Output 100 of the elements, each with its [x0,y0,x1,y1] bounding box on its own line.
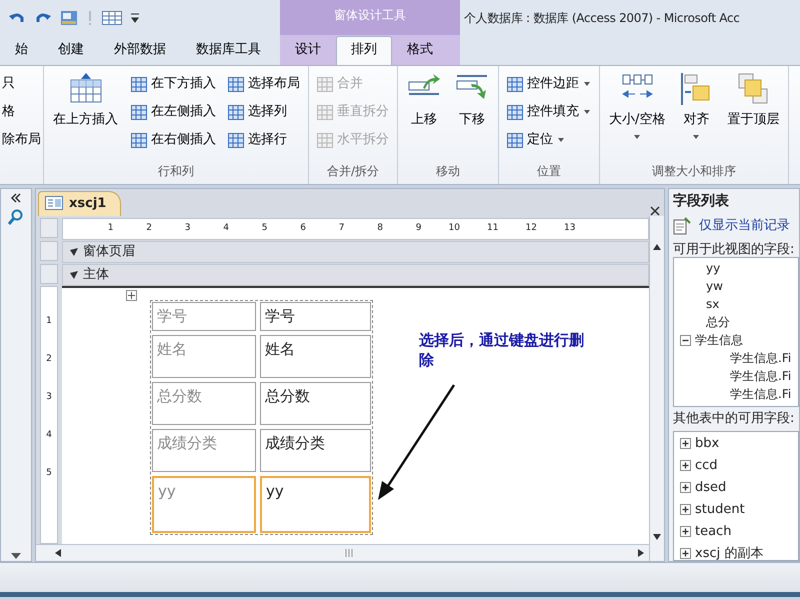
field-item[interactable]: 学生信息 [695,331,743,349]
annotation-text: 选择后，通过键盘进行删除 [419,330,584,370]
expand-box-icon[interactable] [680,504,691,515]
ribbon-button[interactable]: 选择行 [226,128,302,152]
ribbon-tab[interactable]: 外部数据 [99,36,181,65]
field-item[interactable]: 学生信息.Fi [730,385,792,403]
scroll-right-icon[interactable] [637,548,645,558]
section-label: 可用于此视图的字段: [673,240,796,258]
expand-box-icon[interactable] [680,526,691,537]
form-view-icon[interactable] [60,10,78,26]
ribbon-button[interactable]: 在右侧插入 [129,128,218,152]
ribbon-button[interactable]: 大小/空格 [606,70,668,162]
field-item[interactable]: 总分 [706,313,730,331]
ribbon-button[interactable]: 对齐 [676,70,716,162]
ribbon-button[interactable]: 定位 [505,128,593,152]
label-control[interactable]: 姓名 [152,334,256,378]
grid-icon [317,104,333,120]
text-box-control[interactable]: 姓名 [260,334,371,378]
field-item[interactable]: dsed [695,478,726,498]
ribbon-button[interactable]: 只 [0,72,43,96]
vertical-scrollbar[interactable] [649,216,664,561]
expand-box-icon[interactable] [680,548,691,559]
expand-box-icon[interactable] [680,482,691,493]
document-icon [673,216,691,235]
contextual-tab-group-label: 窗体设计工具 [280,0,460,35]
grid-icon [507,104,523,120]
label-control[interactable]: 成绩分类 [152,428,256,472]
field-item[interactable]: sx [706,295,720,313]
field-item[interactable]: teach [695,522,732,542]
section-header-bar[interactable]: 窗体页眉 [62,241,649,263]
text-box-control[interactable]: 学号 [260,302,371,330]
move-handle-icon[interactable] [126,290,137,301]
search-icon[interactable] [8,209,24,225]
form-icon [45,196,63,210]
ribbon-button[interactable]: 置于顶层 [724,70,782,162]
horizontal-ruler: 1 2 3 4 5 6 7 8 9 10 11 12 13 [62,218,649,240]
field-item[interactable]: ccd [695,456,718,476]
ribbon-button[interactable]: 上移 [404,70,444,162]
ribbon-button[interactable]: 格 [0,100,43,124]
ribbon-button[interactable]: 除布局 [0,128,43,152]
expand-box-icon[interactable] [680,460,691,471]
ribbon-button[interactable]: 选择布局 [226,72,302,96]
ribbon-button[interactable]: 下移 [452,70,492,162]
expand-box-icon[interactable] [680,438,691,449]
ribbon-tab[interactable]: 格式 [392,36,448,65]
scroll-up-icon[interactable] [652,243,662,251]
collapse-icon[interactable] [10,193,22,203]
group-label: 移动 [436,164,460,178]
scroll-left-icon[interactable] [54,548,62,558]
document-tab[interactable]: xscj1 [38,190,122,216]
window-title: 个人数据库 : 数据库 (Access 2007) - Microsoft Acc [463,10,741,27]
group-label: 调整大小和排序 [652,164,736,178]
ribbon-button[interactable]: 控件填充 [505,100,593,124]
scroll-down-icon[interactable] [652,533,662,541]
collapse-arrow-icon [69,247,79,257]
grid-icon [507,76,523,92]
ribbon-tab[interactable]: 始 [0,36,43,65]
horizontal-scrollbar[interactable] [36,544,649,561]
field-item[interactable]: bbx [695,434,720,454]
collapse-box-icon[interactable] [680,334,691,346]
grid-icon [317,76,333,92]
ribbon-tab[interactable]: 设计 [280,36,336,65]
section-label: 其他表中的可用字段: [673,410,796,428]
customize-caret-icon[interactable] [130,10,140,24]
grid-icon [131,76,147,92]
field-item[interactable]: yy [706,259,720,277]
grid-icon [131,132,147,148]
scroll-grip-icon [344,549,354,557]
field-item[interactable]: xscj 的副本 [695,544,764,560]
ribbon-tab[interactable]: 数据库工具 [181,36,276,65]
field-item[interactable]: yw [706,277,723,295]
table-icon[interactable] [102,10,122,24]
text-box-control[interactable]: yy [260,476,371,532]
field-item[interactable]: 学生信息.Fi [730,367,792,385]
ribbon-button[interactable]: 控件边距 [505,72,593,96]
label-control[interactable]: yy [152,476,256,532]
grid-icon [317,132,333,148]
label-control[interactable]: 学号 [152,302,256,330]
group-label: 行和列 [158,164,194,178]
grid-icon [228,76,244,92]
ribbon-tab[interactable]: 排列 [336,36,392,65]
ribbon-button[interactable]: 在下方插入 [129,72,218,96]
grid-icon [228,132,244,148]
collapse-arrow-icon [69,270,79,280]
show-current-records-link[interactable]: 仅显示当前记录 [699,216,790,236]
field-item[interactable]: student [695,500,745,520]
grid-icon [131,104,147,120]
ribbon-button[interactable]: 在上方插入 [50,70,121,162]
ribbon-button[interactable]: 在左侧插入 [129,100,218,124]
close-icon[interactable] [650,206,660,216]
ribbon-button[interactable]: 选择列 [226,100,302,124]
text-box-control[interactable]: 成绩分类 [260,428,371,472]
label-control[interactable]: 总分数 [152,382,256,424]
field-item[interactable]: 学生信息.Fi [730,349,792,367]
section-header-bar[interactable]: 主体 [62,264,649,286]
text-box-control[interactable]: 总分数 [260,382,371,424]
ribbon-tab[interactable]: 创建 [43,36,99,65]
group-label: 位置 [537,164,561,178]
grid-icon [507,132,523,148]
grid-icon [228,104,244,120]
